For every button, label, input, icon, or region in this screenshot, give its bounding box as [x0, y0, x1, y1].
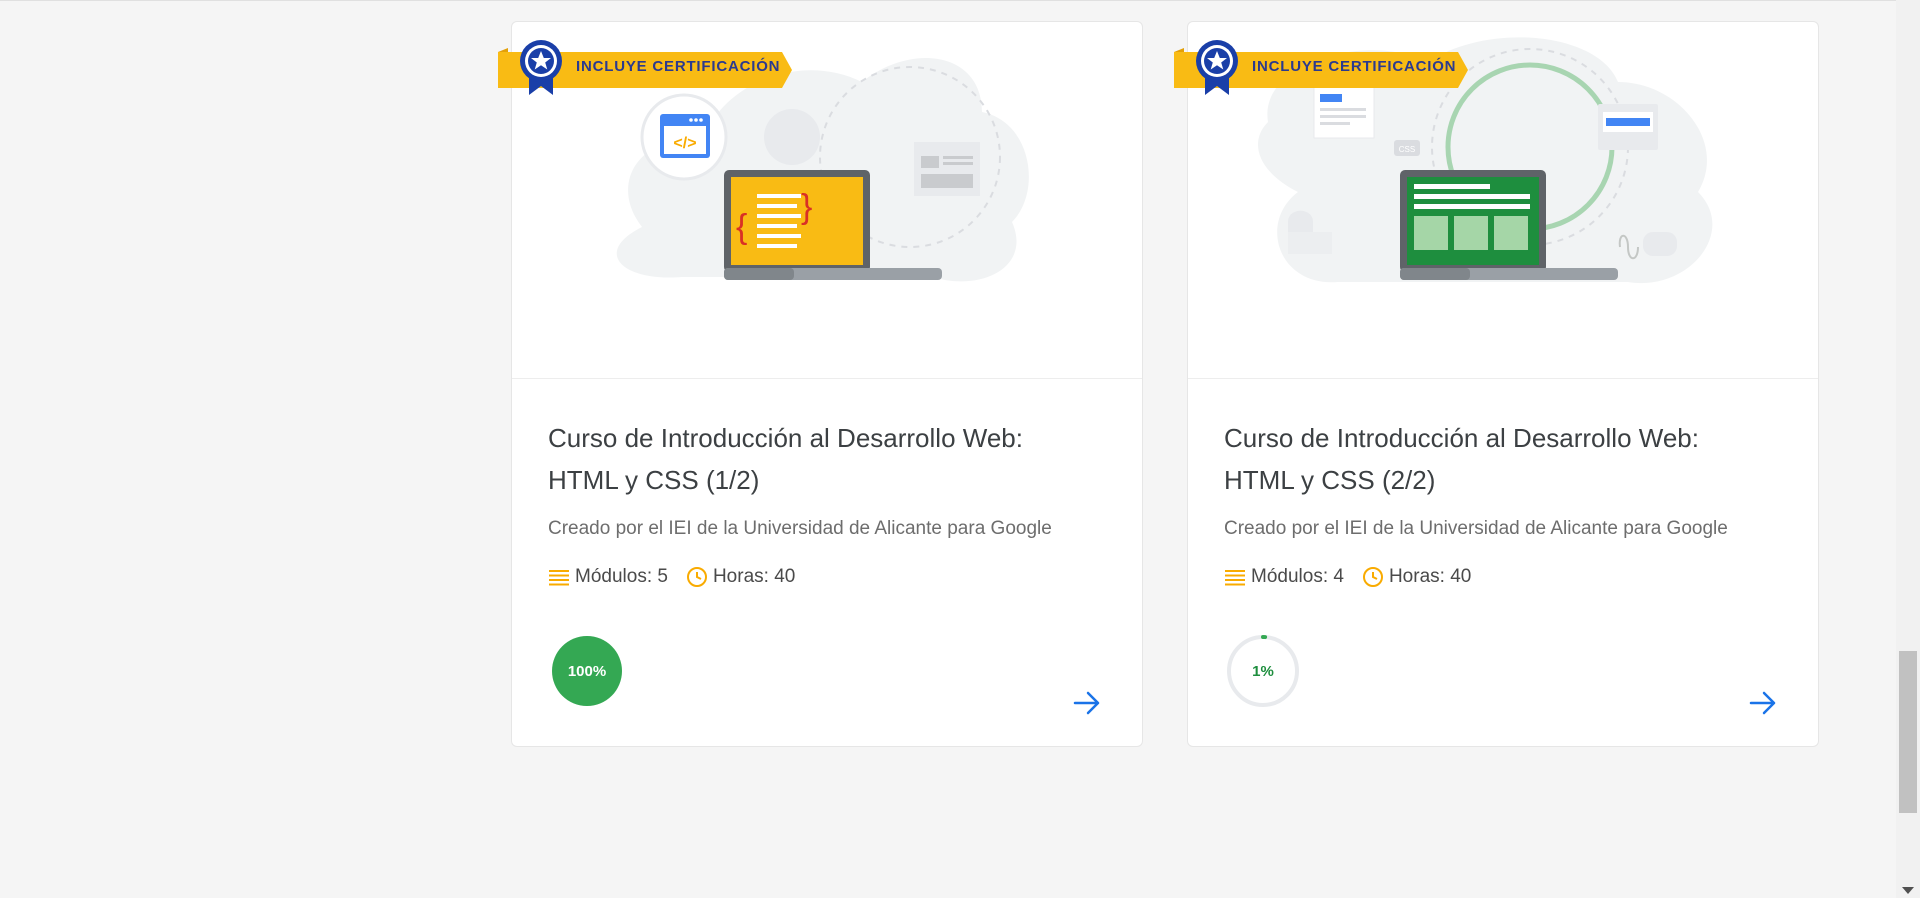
- scroll-down-arrow-icon[interactable]: [1902, 887, 1914, 894]
- svg-text:CSS: CSS: [1399, 145, 1415, 154]
- course-title-line2: HTML y CSS (2/2): [1224, 465, 1436, 495]
- modules-count: Módulos: 4: [1251, 566, 1344, 587]
- certification-badge: INCLUYE CERTIFICACIÓN: [1174, 40, 1469, 95]
- certification-badge: INCLUYE CERTIFICACIÓN: [498, 40, 793, 95]
- list-icon: [549, 570, 569, 586]
- star-medal-icon: [1196, 40, 1238, 95]
- course-author: Creado por el IEI de la Universidad de A…: [548, 518, 1052, 539]
- course-illustration-2: CSS INCLUYE CERTIFICACIÓN: [1174, 22, 1818, 379]
- course-title[interactable]: Curso de Introducción al Desarrollo Web:…: [1224, 417, 1784, 501]
- arrow-right-icon[interactable]: [1748, 688, 1778, 718]
- course-title-line1: Curso de Introducción al Desarrollo Web:: [548, 423, 1023, 453]
- badge-label: INCLUYE CERTIFICACIÓN: [576, 58, 781, 75]
- hours-count: Horas: 40: [1388, 566, 1472, 587]
- course-meta: Módulos: 4 Horas: 40: [1224, 566, 1489, 588]
- arrow-right-icon[interactable]: [1072, 688, 1102, 718]
- svg-text:</>: </>: [673, 135, 696, 152]
- clock-icon: [686, 567, 707, 587]
- hours-count: Horas: 40: [712, 566, 796, 587]
- course-title[interactable]: Curso de Introducción al Desarrollo Web:…: [548, 417, 1108, 501]
- scrollbar-thumb[interactable]: [1899, 651, 1917, 813]
- course-card-1[interactable]: </> { } INCLUYE CERTIFICACIÓN Curso de I…: [498, 21, 1143, 747]
- progress-label: 1%: [1252, 662, 1274, 680]
- top-divider: [0, 0, 1896, 1]
- svg-text:{: {: [736, 208, 747, 246]
- progress-indicator: 1%: [1226, 634, 1300, 708]
- course-illustration-1: </> { } INCLUYE CERTIFICACIÓN: [498, 22, 1142, 379]
- progress-indicator: 100%: [550, 634, 624, 708]
- progress-label: 100%: [567, 662, 607, 680]
- svg-text:}: }: [801, 188, 812, 226]
- badge-label: INCLUYE CERTIFICACIÓN: [1252, 58, 1457, 75]
- course-meta: Módulos: 5 Horas: 40: [548, 566, 813, 588]
- list-icon: [1225, 570, 1245, 586]
- course-card-2[interactable]: CSS INCLUYE CERTIFICACIÓN Curso de Intro…: [1174, 21, 1819, 747]
- modules-count: Módulos: 5: [575, 566, 668, 587]
- course-title-line2: HTML y CSS (1/2): [548, 465, 760, 495]
- star-medal-icon: [520, 40, 562, 95]
- vertical-scrollbar[interactable]: [1896, 0, 1920, 898]
- clock-icon: [1362, 567, 1383, 587]
- course-title-line1: Curso de Introducción al Desarrollo Web:: [1224, 423, 1699, 453]
- course-author: Creado por el IEI de la Universidad de A…: [1224, 518, 1728, 539]
